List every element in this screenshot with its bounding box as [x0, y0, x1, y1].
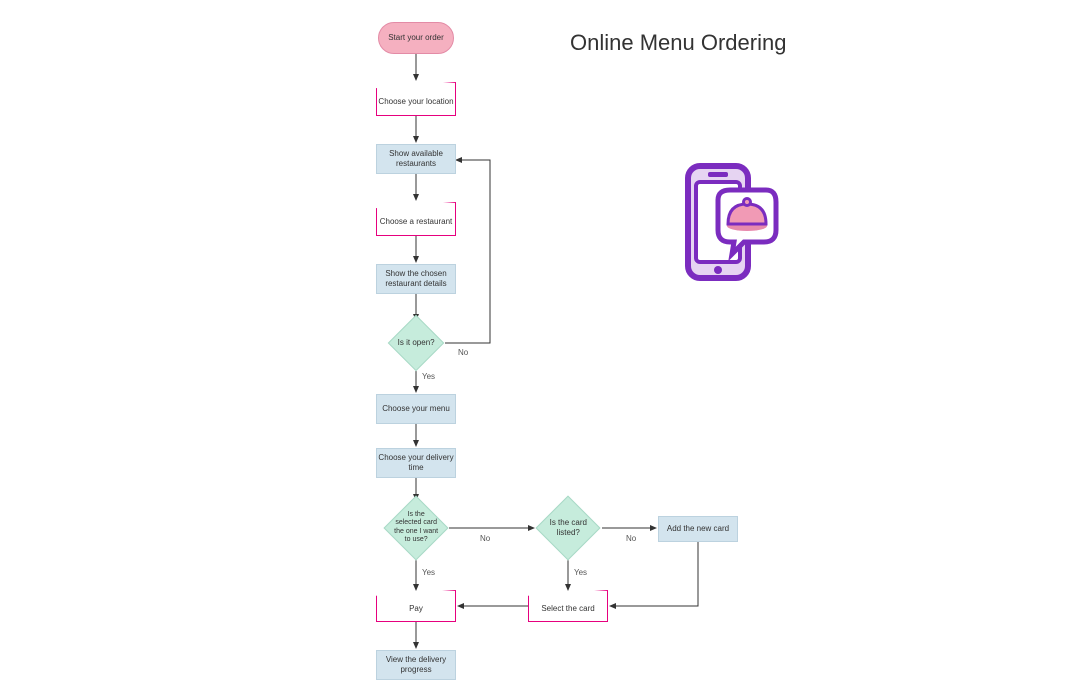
node-card-selected-label: Is the selected card the one I want to u… [394, 511, 438, 545]
diagram-title: Online Menu Ordering [570, 30, 786, 56]
node-show-details: Show the chosen restaurant details [376, 264, 456, 294]
node-start: Start your order [378, 22, 454, 54]
edge-card-listed-no: No [626, 534, 636, 543]
node-is-open-label: Is it open? [397, 338, 435, 348]
node-choose-restaurant: Choose a restaurant [376, 202, 456, 236]
node-select-card: Select the card [528, 590, 608, 622]
edge-card-selected-yes: Yes [422, 568, 435, 577]
node-choose-time-label: Choose your delivery time [377, 453, 455, 472]
node-add-card-label: Add the new card [667, 524, 729, 534]
node-pay-label: Pay [376, 590, 456, 622]
node-pay: Pay [376, 590, 456, 622]
node-choose-location: Choose your location [376, 82, 456, 116]
node-choose-menu-label: Choose your menu [382, 404, 450, 414]
node-view-progress-label: View the delivery progress [377, 655, 455, 674]
node-choose-location-label: Choose your location [376, 82, 456, 116]
edge-card-selected-no: No [480, 534, 490, 543]
node-card-selected: Is the selected card the one I want to u… [383, 495, 448, 560]
node-start-label: Start your order [388, 33, 444, 43]
node-view-progress: View the delivery progress [376, 650, 456, 680]
node-show-restaurants-label: Show available restaurants [377, 149, 455, 168]
node-card-listed-label: Is the card listed? [546, 518, 590, 537]
node-add-card: Add the new card [658, 516, 738, 542]
node-show-restaurants: Show available restaurants [376, 144, 456, 174]
node-choose-restaurant-label: Choose a restaurant [376, 202, 456, 236]
node-choose-time: Choose your delivery time [376, 448, 456, 478]
node-select-card-label: Select the card [528, 590, 608, 622]
edge-card-listed-yes: Yes [574, 568, 587, 577]
node-is-open: Is it open? [388, 315, 445, 372]
node-choose-menu: Choose your menu [376, 394, 456, 424]
node-show-details-label: Show the chosen restaurant details [377, 269, 455, 288]
edge-is-open-yes: Yes [422, 372, 435, 381]
node-card-listed: Is the card listed? [535, 495, 600, 560]
phone-food-order-icon [670, 160, 780, 290]
edge-is-open-no: No [458, 348, 468, 357]
flowchart-canvas: Online Menu Ordering Start [0, 0, 1080, 700]
